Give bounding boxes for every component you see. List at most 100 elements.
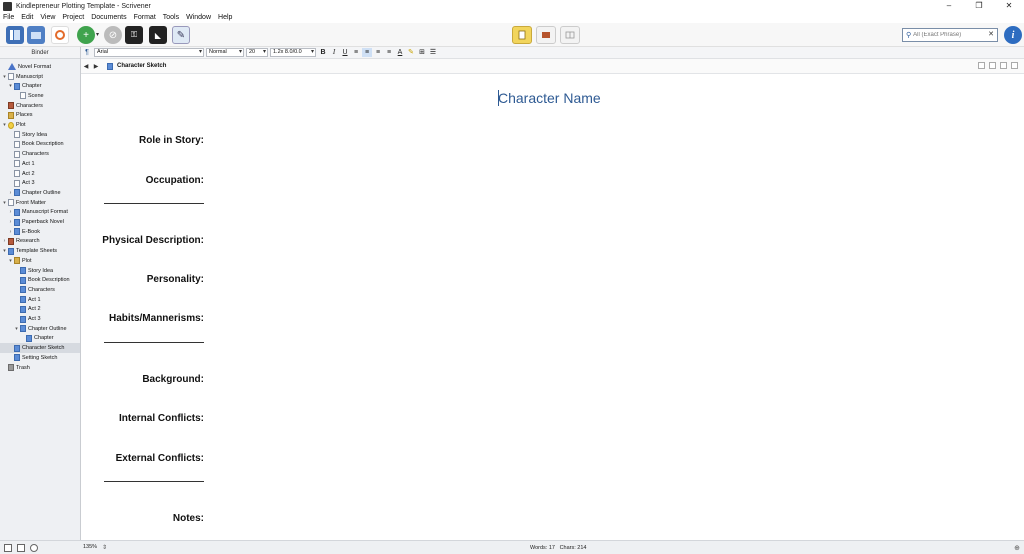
add-document-button[interactable]: + (77, 26, 95, 44)
binder-item[interactable]: ▾Plot (0, 120, 80, 130)
field-occupation[interactable]: Occupation: (81, 175, 204, 186)
binder-item[interactable]: Chapter (0, 334, 80, 344)
binder-item[interactable]: Act 3 (0, 314, 80, 324)
menu-help[interactable]: Help (218, 14, 232, 21)
add-folder-icon[interactable] (17, 544, 25, 552)
binder-item[interactable]: Places (0, 111, 80, 121)
field-habits-mannerisms[interactable]: Habits/Mannerisms: (81, 313, 204, 324)
font-family-select[interactable]: Arial (94, 48, 204, 57)
menu-format[interactable]: Format (134, 14, 156, 21)
inspector-toggle-button[interactable]: i (1004, 26, 1022, 44)
binder-item[interactable]: Character Sketch (0, 343, 80, 353)
binder-item[interactable]: Act 2 (0, 305, 80, 315)
gear-icon[interactable] (30, 544, 38, 552)
menu-file[interactable]: File (3, 14, 14, 21)
target-icon[interactable]: ⊕ (1014, 544, 1020, 552)
split-icon[interactable] (1000, 62, 1007, 69)
close-split-icon[interactable] (1011, 62, 1018, 69)
italic-button[interactable]: I (329, 48, 339, 57)
binder-item[interactable]: ›E-Book (0, 227, 80, 237)
menu-tools[interactable]: Tools (163, 14, 179, 21)
editor-area[interactable]: Character Name Role in Story: Occupation… (81, 74, 1024, 540)
disclosure-icon[interactable]: › (8, 190, 13, 196)
disclosure-icon[interactable]: ▾ (2, 122, 7, 128)
underline-button[interactable]: U (340, 48, 350, 57)
binder-item[interactable]: Trash (0, 363, 80, 373)
compile-button[interactable]: ◣ (149, 26, 167, 44)
zoom-level[interactable]: 135% (83, 544, 97, 550)
binder-item[interactable]: ▾Plot (0, 256, 80, 266)
history-icon[interactable] (989, 62, 996, 69)
highlight-icon[interactable]: ✎ (406, 48, 416, 57)
binder-item[interactable]: ▾Template Sheets (0, 246, 80, 256)
lock-icon[interactable] (978, 62, 985, 69)
zoom-stepper-icon[interactable]: ⇕ (102, 544, 107, 551)
menu-project[interactable]: Project (62, 14, 84, 21)
field-notes[interactable]: Notes: (81, 513, 204, 524)
binder-item[interactable]: ›Manuscript Format (0, 208, 80, 218)
close-button[interactable]: ✕ (994, 0, 1024, 12)
binder-item[interactable]: ▾Manuscript (0, 72, 80, 82)
binder-toggle-icon[interactable] (6, 26, 24, 44)
field-personality[interactable]: Personality: (81, 274, 204, 285)
disclosure-icon[interactable]: ▾ (8, 258, 13, 264)
restore-button[interactable]: ❐ (964, 0, 994, 12)
binder-item[interactable]: Book Description (0, 275, 80, 285)
delete-button[interactable]: ⊘ (104, 26, 122, 44)
disclosure-icon[interactable]: ▾ (2, 74, 7, 80)
align-center-icon[interactable]: ≡ (362, 48, 372, 57)
quick-reference-button[interactable]: ✎ (172, 26, 190, 44)
disclosure-icon[interactable]: ▾ (8, 83, 13, 89)
binder-item[interactable]: Story Idea (0, 130, 80, 140)
back-arrow-icon[interactable]: ◀ (81, 63, 91, 70)
line-spacing-select[interactable]: 1.2x 8.0/0.0 (270, 48, 316, 57)
clear-search-icon[interactable]: ✕ (988, 30, 994, 38)
field-role-in-story[interactable]: Role in Story: (81, 135, 204, 146)
binder-item[interactable]: Characters (0, 149, 80, 159)
font-style-select[interactable]: Normal (206, 48, 244, 57)
field-internal-conflicts[interactable]: Internal Conflicts: (81, 413, 204, 424)
align-left-icon[interactable]: ≡ (351, 48, 361, 57)
forward-arrow-icon[interactable]: ▶ (91, 63, 101, 70)
field-external-conflicts[interactable]: External Conflicts: (81, 453, 204, 464)
character-name-heading[interactable]: Character Name (498, 90, 601, 106)
text-color-icon[interactable]: A (395, 48, 405, 57)
disclosure-icon[interactable]: ▾ (2, 200, 7, 206)
font-size-select[interactable]: 20 (246, 48, 268, 57)
composition-icon[interactable] (51, 26, 69, 44)
binder-item[interactable]: Characters (0, 285, 80, 295)
table-icon[interactable]: ⊞ (417, 48, 427, 57)
binder-item[interactable]: Act 1 (0, 159, 80, 169)
binder-item[interactable]: ›Research (0, 237, 80, 247)
binder-item[interactable]: Story Idea (0, 266, 80, 276)
binder-item[interactable]: Act 2 (0, 169, 80, 179)
disclosure-icon[interactable]: ▾ (2, 248, 7, 254)
binder-item[interactable]: Scene (0, 91, 80, 101)
field-background[interactable]: Background: (81, 374, 204, 385)
view-editor-button[interactable] (512, 26, 532, 44)
disclosure-icon[interactable]: › (8, 209, 13, 215)
bold-button[interactable]: B (318, 48, 328, 57)
disclosure-icon[interactable]: › (8, 229, 13, 235)
list-icon[interactable]: ☰ (428, 48, 438, 57)
field-physical-description[interactable]: Physical Description: (81, 235, 204, 246)
keywords-button[interactable]: ⚿ (125, 26, 143, 44)
search-input[interactable] (913, 32, 983, 38)
binder-item[interactable]: ›Chapter Outline (0, 188, 80, 198)
disclosure-icon[interactable]: › (2, 238, 7, 244)
binder-item[interactable]: ▾Chapter (0, 81, 80, 91)
binder-item[interactable]: Novel Format (0, 62, 80, 72)
view-corkboard-button[interactable] (536, 26, 556, 44)
disclosure-icon[interactable]: › (8, 219, 13, 225)
menu-view[interactable]: View (40, 14, 55, 21)
binder-item[interactable]: ▾Chapter Outline (0, 324, 80, 334)
view-outliner-button[interactable] (560, 26, 580, 44)
binder-item[interactable]: Setting Sketch (0, 353, 80, 363)
disclosure-icon[interactable]: ▾ (14, 326, 19, 332)
justify-icon[interactable]: ≡ (384, 48, 394, 57)
binder-item[interactable]: Characters (0, 101, 80, 111)
binder-item[interactable]: Act 3 (0, 178, 80, 188)
menu-window[interactable]: Window (186, 14, 211, 21)
project-search[interactable]: ⚲ ✕ (902, 28, 998, 42)
minimize-button[interactable]: – (934, 0, 964, 12)
